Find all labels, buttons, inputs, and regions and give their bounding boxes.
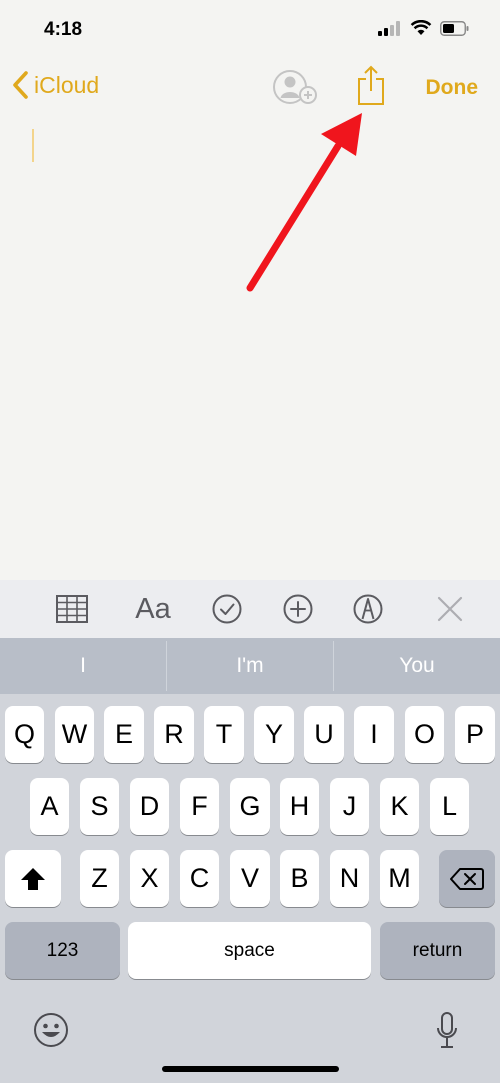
keyboard: Q W E R T Y U I O P A S D F G H J K L Z …: [0, 694, 500, 1083]
table-icon: [56, 595, 88, 623]
key-o[interactable]: O: [405, 706, 444, 763]
dictation-button[interactable]: [436, 1012, 458, 1055]
key-z[interactable]: Z: [80, 850, 119, 907]
key-y[interactable]: Y: [254, 706, 294, 763]
close-icon: [437, 596, 463, 622]
key-e[interactable]: E: [104, 706, 144, 763]
key-n[interactable]: N: [330, 850, 369, 907]
key-k[interactable]: K: [380, 778, 419, 835]
predictive-bar: I I'm You: [0, 638, 500, 694]
close-toolbar-button[interactable]: [436, 591, 464, 627]
return-key[interactable]: return: [380, 922, 495, 979]
key-q[interactable]: Q: [5, 706, 44, 763]
shift-key[interactable]: [5, 850, 61, 907]
key-g[interactable]: G: [230, 778, 270, 835]
insert-button[interactable]: [282, 591, 314, 627]
emoji-button[interactable]: [33, 1012, 69, 1053]
key-b[interactable]: B: [280, 850, 319, 907]
emoji-icon: [34, 1013, 68, 1047]
prediction-item[interactable]: I: [0, 638, 166, 694]
plus-circle-icon: [283, 594, 313, 624]
key-m[interactable]: M: [380, 850, 419, 907]
key-c[interactable]: C: [180, 850, 219, 907]
delete-key[interactable]: [439, 850, 495, 907]
key-r[interactable]: R: [154, 706, 194, 763]
shift-arrow-icon: [21, 867, 45, 890]
home-indicator[interactable]: [162, 1066, 339, 1072]
markup-pen-icon: [353, 594, 383, 624]
markup-button[interactable]: [352, 591, 384, 627]
table-button[interactable]: [56, 591, 88, 627]
backspace-icon: [450, 867, 484, 890]
key-j[interactable]: J: [330, 778, 369, 835]
numbers-key[interactable]: 123: [5, 922, 120, 979]
key-u[interactable]: U: [304, 706, 344, 763]
format-toolbar: Aa: [0, 580, 500, 638]
key-f[interactable]: F: [180, 778, 219, 835]
prediction-item[interactable]: I'm: [167, 638, 333, 694]
key-w[interactable]: W: [55, 706, 94, 763]
text-format-label: Aa: [135, 592, 171, 625]
key-s[interactable]: S: [80, 778, 119, 835]
checkmark-circle-icon: [212, 594, 242, 624]
key-d[interactable]: D: [130, 778, 169, 835]
key-i[interactable]: I: [354, 706, 394, 763]
key-a[interactable]: A: [30, 778, 69, 835]
key-t[interactable]: T: [204, 706, 244, 763]
text-format-button[interactable]: Aa: [128, 591, 178, 627]
space-key[interactable]: space: [128, 922, 371, 979]
microphone-icon: [437, 1012, 457, 1048]
key-p[interactable]: P: [455, 706, 495, 763]
checklist-button[interactable]: [211, 591, 243, 627]
key-v[interactable]: V: [230, 850, 270, 907]
key-x[interactable]: X: [130, 850, 169, 907]
key-h[interactable]: H: [280, 778, 319, 835]
prediction-item[interactable]: You: [334, 638, 500, 694]
key-l[interactable]: L: [430, 778, 469, 835]
